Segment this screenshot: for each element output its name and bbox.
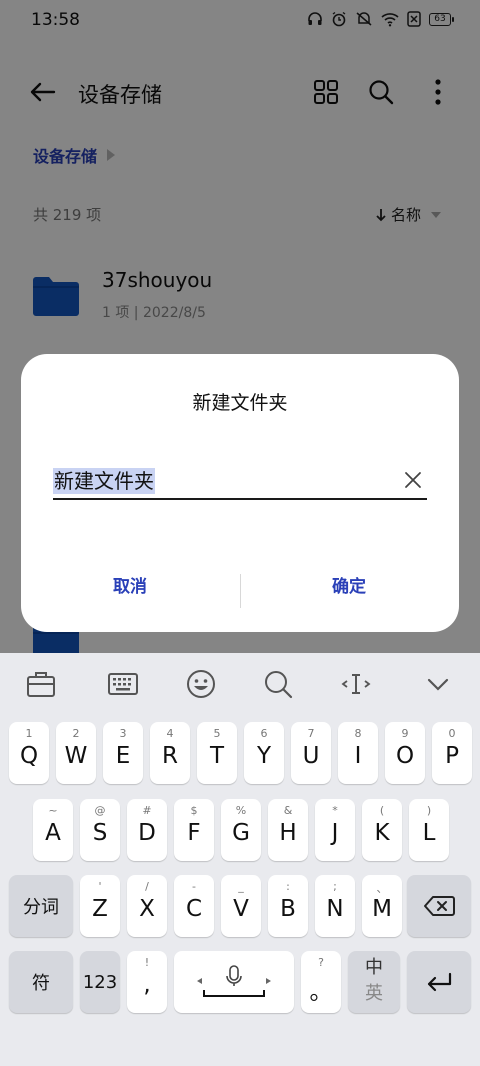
key-d[interactable]: # D — [127, 799, 167, 861]
key-t[interactable]: 5T — [197, 722, 237, 784]
key-l[interactable]: ) L — [409, 799, 449, 861]
microphone-icon — [174, 951, 294, 1013]
toolbox-icon[interactable] — [25, 668, 57, 700]
key-g[interactable]: % G — [221, 799, 261, 861]
emoji-icon[interactable] — [185, 668, 217, 700]
key-m[interactable]: 、 M — [362, 875, 402, 937]
keyboard-toolbar — [0, 653, 480, 715]
collapse-keyboard-icon[interactable] — [422, 668, 454, 700]
key-y[interactable]: 6Y — [244, 722, 284, 784]
cancel-button[interactable]: 取消 — [50, 572, 210, 597]
key-p[interactable]: 0P — [432, 722, 472, 784]
button-divider — [240, 574, 241, 608]
language-switch-key[interactable]: 中英 — [348, 951, 400, 1013]
backspace-icon — [407, 875, 471, 937]
file-manager-screen: 13:58 63 设备存储 设备存储 共 219 项 名称 37shouyou … — [0, 0, 480, 653]
folder-name-value[interactable]: 新建文件夹 — [53, 468, 155, 494]
key-i[interactable]: 8I — [338, 722, 378, 784]
key-h[interactable]: & H — [268, 799, 308, 861]
enter-key[interactable] — [407, 951, 471, 1013]
key-e[interactable]: 3E — [103, 722, 143, 784]
key-r[interactable]: 4R — [150, 722, 190, 784]
key-c[interactable]: -C — [174, 875, 214, 937]
key-q[interactable]: 1Q — [9, 722, 49, 784]
key-k[interactable]: (K — [362, 799, 402, 861]
key-x[interactable]: / X — [127, 875, 167, 937]
comma-key[interactable]: !, — [127, 951, 167, 1013]
key-n[interactable]: ; N — [315, 875, 355, 937]
dialog-title: 新建文件夹 — [192, 392, 288, 414]
key-b[interactable]: :B — [268, 875, 308, 937]
key-u[interactable]: 7U — [291, 722, 331, 784]
key-a[interactable]: ~ A — [33, 799, 73, 861]
backspace-key[interactable] — [407, 875, 471, 937]
key-w[interactable]: 2W — [56, 722, 96, 784]
key-j[interactable]: * J — [315, 799, 355, 861]
enter-icon — [407, 951, 471, 1013]
key-s[interactable]: @ S — [80, 799, 120, 861]
keyboard-layout-icon[interactable] — [107, 668, 139, 700]
number-key[interactable]: 123 — [80, 951, 120, 1013]
clear-icon[interactable] — [403, 470, 423, 490]
space-key[interactable] — [174, 951, 294, 1013]
key-o[interactable]: 9O — [385, 722, 425, 784]
symbol-key[interactable]: 符 — [9, 951, 73, 1013]
search-icon[interactable] — [262, 668, 294, 700]
period-key[interactable]: ?。 — [301, 951, 341, 1013]
key-v[interactable]: _ V — [221, 875, 261, 937]
confirm-button[interactable]: 确定 — [269, 572, 429, 597]
key-f[interactable]: $ F — [174, 799, 214, 861]
cursor-control-icon[interactable] — [340, 668, 372, 700]
soft-keyboard: 1Q 2W 3E 4R 5T 6Y 7U 8I 9O 0P ~ A @ S # D $… — [0, 653, 480, 1066]
key-z[interactable]: ' Z — [80, 875, 120, 937]
new-folder-dialog: 新建文件夹 新建文件夹 取消 确定 — [21, 354, 459, 632]
segment-key[interactable]: 分词 — [9, 875, 73, 937]
folder-name-input[interactable]: 新建文件夹 — [53, 462, 427, 500]
